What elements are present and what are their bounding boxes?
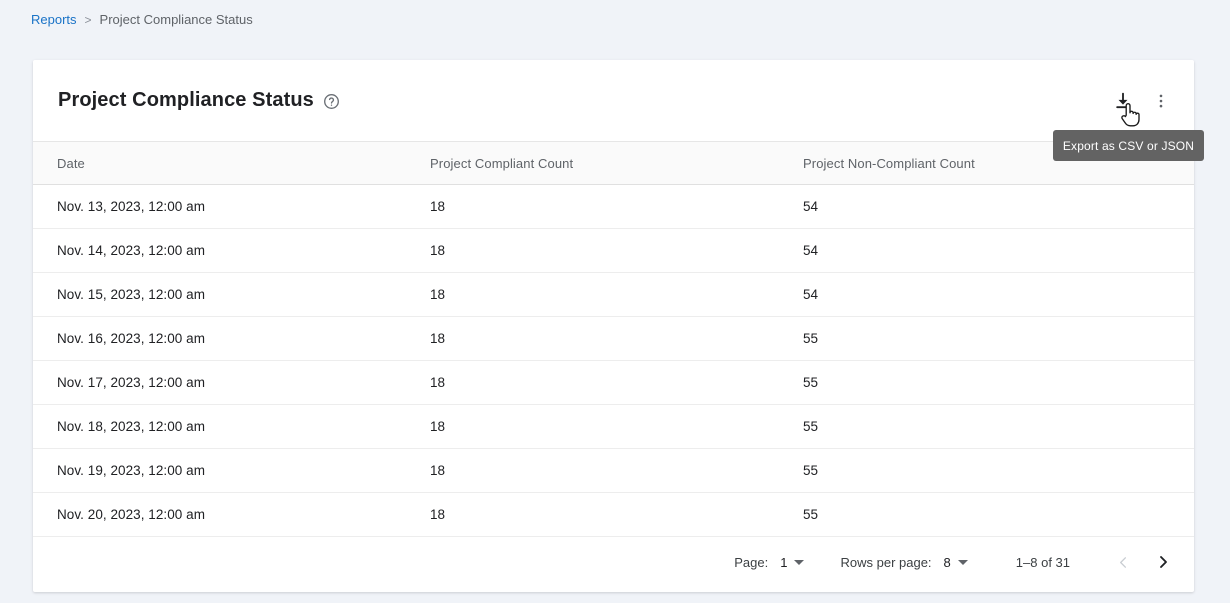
cell-non-compliant: 55 <box>779 449 1194 493</box>
cell-date: Nov. 13, 2023, 12:00 am <box>33 185 406 229</box>
table-body: Nov. 13, 2023, 12:00 am 18 54 Nov. 14, 2… <box>33 185 1194 537</box>
page-select[interactable]: 1 <box>780 555 804 570</box>
cell-compliant: 18 <box>406 361 779 405</box>
help-circle-icon[interactable] <box>323 93 340 110</box>
table-header-row: Date Project Compliant Count Project Non… <box>33 142 1194 185</box>
cell-date: Nov. 16, 2023, 12:00 am <box>33 317 406 361</box>
cell-compliant: 18 <box>406 273 779 317</box>
breadcrumb-separator: > <box>85 11 92 29</box>
page-value: 1 <box>780 555 787 570</box>
cell-non-compliant: 54 <box>779 229 1194 273</box>
table-row[interactable]: Nov. 17, 2023, 12:00 am 18 55 <box>33 361 1194 405</box>
page-title: Project Compliance Status <box>58 89 314 112</box>
pagination-range: 1–8 of 31 <box>1016 555 1070 570</box>
cell-date: Nov. 17, 2023, 12:00 am <box>33 361 406 405</box>
cell-compliant: 18 <box>406 185 779 229</box>
download-icon[interactable] <box>1110 88 1136 114</box>
table-head: Date Project Compliant Count Project Non… <box>33 142 1194 185</box>
cell-compliant: 18 <box>406 229 779 273</box>
card-header-actions <box>1110 88 1174 114</box>
rows-per-page-group: Rows per page: 8 <box>840 555 967 570</box>
cell-date: Nov. 19, 2023, 12:00 am <box>33 449 406 493</box>
card-title-wrap: Project Compliance Status <box>58 89 340 112</box>
table-row[interactable]: Nov. 13, 2023, 12:00 am 18 54 <box>33 185 1194 229</box>
chevron-down-icon <box>958 560 968 565</box>
rows-per-page-value: 8 <box>944 555 951 570</box>
cell-non-compliant: 54 <box>779 185 1194 229</box>
breadcrumb-link-reports[interactable]: Reports <box>31 11 77 29</box>
export-tooltip: Export as CSV or JSON <box>1053 130 1204 161</box>
cell-non-compliant: 54 <box>779 273 1194 317</box>
table-row[interactable]: Nov. 18, 2023, 12:00 am 18 55 <box>33 405 1194 449</box>
chevron-down-icon <box>794 560 804 565</box>
page-selector-group: Page: 1 <box>734 555 804 570</box>
table-row[interactable]: Nov. 14, 2023, 12:00 am 18 54 <box>33 229 1194 273</box>
table-row[interactable]: Nov. 15, 2023, 12:00 am 18 54 <box>33 273 1194 317</box>
cell-compliant: 18 <box>406 405 779 449</box>
chevron-right-icon[interactable] <box>1150 549 1176 575</box>
kebab-menu-icon[interactable] <box>1148 88 1174 114</box>
rows-per-page-select[interactable]: 8 <box>944 555 968 570</box>
pagination-nav <box>1110 549 1176 575</box>
chevron-left-icon[interactable] <box>1110 549 1136 575</box>
rows-per-page-label: Rows per page: <box>840 555 931 570</box>
cell-compliant: 18 <box>406 317 779 361</box>
card-header: Project Compliance Status <box>33 60 1194 141</box>
column-header-compliant-count[interactable]: Project Compliant Count <box>406 142 779 185</box>
breadcrumb-current: Project Compliance Status <box>100 11 253 29</box>
cell-compliant: 18 <box>406 449 779 493</box>
cell-compliant: 18 <box>406 493 779 537</box>
pagination-bar: Page: 1 Rows per page: 8 1–8 of 31 <box>33 537 1194 587</box>
cell-non-compliant: 55 <box>779 405 1194 449</box>
cell-date: Nov. 20, 2023, 12:00 am <box>33 493 406 537</box>
cell-non-compliant: 55 <box>779 317 1194 361</box>
report-table: Date Project Compliant Count Project Non… <box>33 141 1194 537</box>
table-row[interactable]: Nov. 20, 2023, 12:00 am 18 55 <box>33 493 1194 537</box>
page-label: Page: <box>734 555 768 570</box>
cell-date: Nov. 14, 2023, 12:00 am <box>33 229 406 273</box>
cell-date: Nov. 15, 2023, 12:00 am <box>33 273 406 317</box>
cell-non-compliant: 55 <box>779 493 1194 537</box>
cell-date: Nov. 18, 2023, 12:00 am <box>33 405 406 449</box>
cell-non-compliant: 55 <box>779 361 1194 405</box>
column-header-date[interactable]: Date <box>33 142 406 185</box>
table-row[interactable]: Nov. 19, 2023, 12:00 am 18 55 <box>33 449 1194 493</box>
table-row[interactable]: Nov. 16, 2023, 12:00 am 18 55 <box>33 317 1194 361</box>
report-card: Project Compliance Status <box>33 60 1194 592</box>
breadcrumb: Reports > Project Compliance Status <box>31 11 253 29</box>
